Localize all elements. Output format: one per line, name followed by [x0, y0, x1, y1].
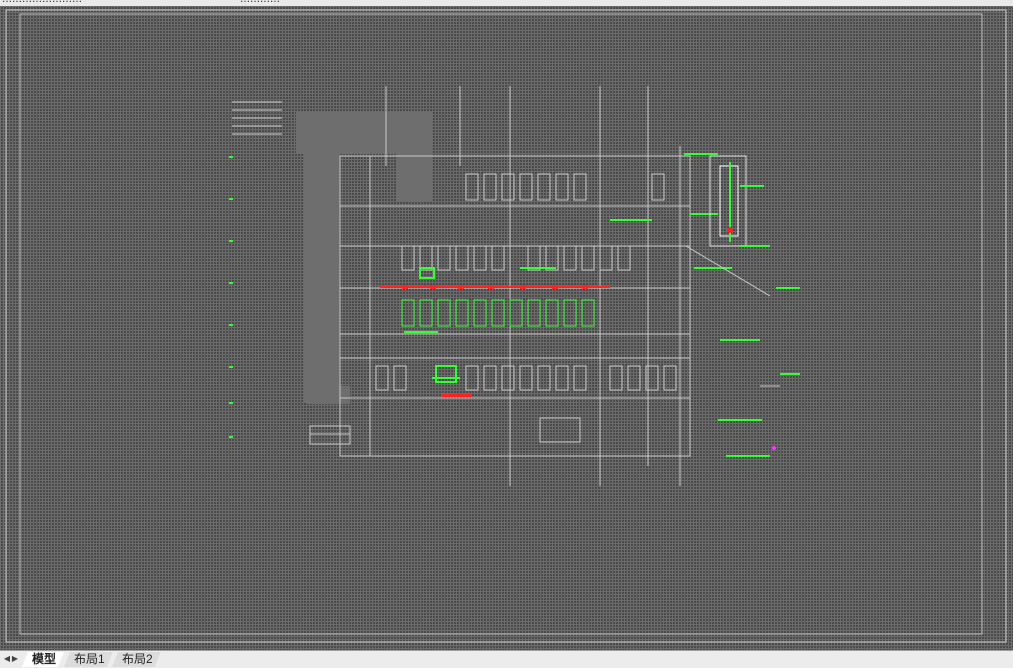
room-row-3[interactable]	[401, 299, 595, 327]
room-row-4	[375, 365, 677, 391]
left-markers	[229, 156, 233, 438]
inner-frame	[19, 13, 983, 635]
tab-layout1[interactable]: 布局1	[64, 652, 113, 667]
drawing-canvas[interactable]	[0, 6, 1013, 650]
tab-model[interactable]: 模型	[22, 652, 64, 667]
layout-tab-bar: ◀ ▶ 模型 布局1 布局2	[0, 650, 1013, 668]
room-row-2	[401, 245, 631, 271]
green-annotations[interactable]	[404, 153, 800, 457]
detail-callout[interactable]	[685, 155, 780, 450]
outer-frame	[5, 9, 1007, 643]
tab-next-icon[interactable]: ▶	[10, 653, 20, 665]
room-row-1	[465, 173, 665, 201]
title-left-text: ……………………	[2, 0, 82, 5]
tab-layout2[interactable]: 布局2	[112, 652, 161, 667]
title-right-text: …………	[240, 0, 280, 5]
cad-drawing	[5, 9, 1007, 643]
legend-block	[232, 101, 282, 135]
